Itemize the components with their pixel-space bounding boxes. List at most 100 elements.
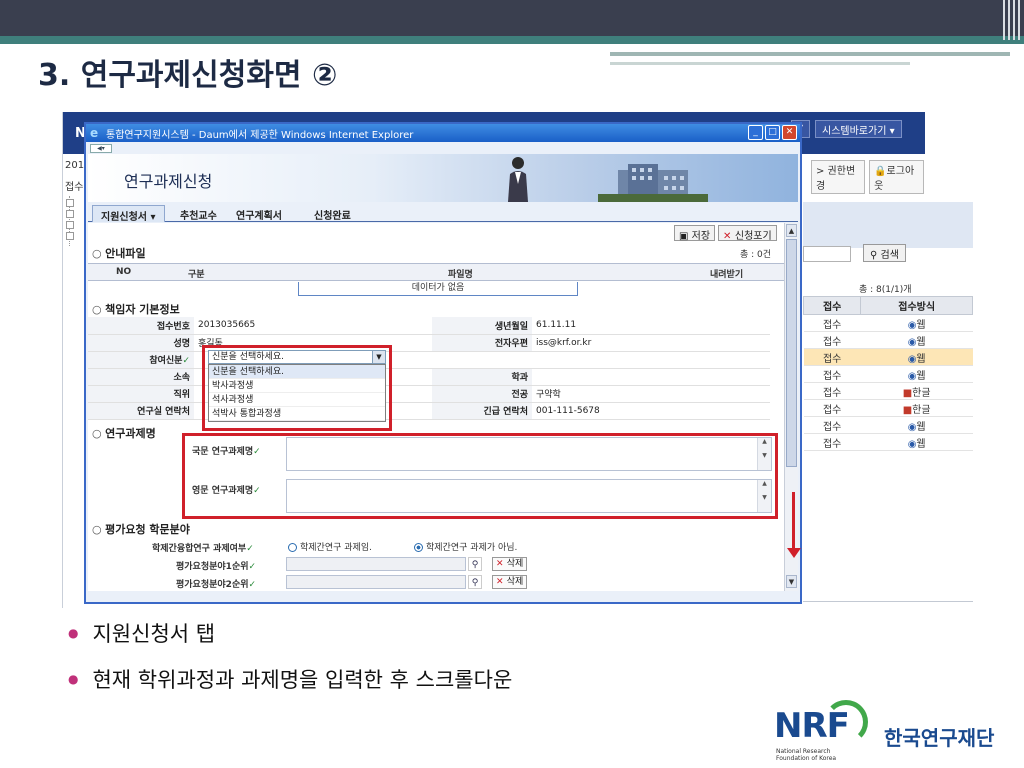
tab-application-form[interactable]: 지원신청서 ▾	[92, 205, 165, 223]
change-permission-link[interactable]: > 권한변경	[811, 160, 866, 194]
delete-field1-button[interactable]: ✕ 삭제	[492, 557, 528, 571]
nrf-logo: NRF National Research Foundation of Korea…	[774, 700, 1024, 766]
radio-no[interactable]: 학제간연구 과제가 아님.	[414, 540, 517, 553]
page-title: 연구과제신청	[124, 172, 213, 191]
field-label: 학제간융합연구 과제여부✓	[152, 544, 254, 554]
required-check-icon: ✓	[246, 544, 254, 554]
tab-bar: 지원신청서 ▾ 추천교수 연구계획서 신청완료	[88, 204, 798, 223]
table-row[interactable]: 접수 ■한글	[803, 399, 973, 417]
background-count: 총 : 8(1/1)개	[859, 285, 912, 295]
column-header: 접수방식	[860, 296, 973, 315]
table-row[interactable]: 접수 ◉웹	[803, 365, 973, 383]
background-search-button[interactable]: ⚲ 검색	[863, 244, 906, 262]
logo-name: 한국연구재단	[884, 726, 995, 750]
arrow-down-icon	[787, 548, 801, 558]
x-icon: ✕	[496, 577, 507, 587]
scroll-up-arrow-icon[interactable]: ▲	[786, 224, 797, 237]
back-button[interactable]: ◀▾	[90, 144, 112, 153]
delete-field2-button[interactable]: ✕ 삭제	[492, 575, 528, 589]
highlight-box	[202, 345, 392, 431]
status-cell: 접수	[803, 331, 861, 349]
status-cell: 접수	[803, 433, 861, 451]
tab-research-plan[interactable]: 연구계획서	[228, 205, 290, 222]
table-row[interactable]: 접수 ◉웹	[803, 433, 973, 451]
tab-complete[interactable]: 신청완료	[306, 205, 359, 222]
slide-header-accent	[0, 36, 1024, 44]
person-illustration-icon	[508, 157, 528, 202]
radio-yes[interactable]: 학제간연구 과제임.	[288, 540, 372, 553]
page-banner: 연구과제신청	[88, 154, 798, 202]
logout-link[interactable]: 🔒로그아웃	[869, 160, 924, 194]
lock-icon: 🔒	[874, 166, 887, 177]
radio-button[interactable]	[288, 543, 297, 552]
method-cell: ◉웹	[860, 314, 973, 332]
background-search-panel	[803, 202, 973, 248]
field-label: 연구실 연락처	[88, 402, 194, 420]
logo-abbr: NRF	[774, 706, 850, 746]
field2-input[interactable]	[286, 575, 466, 589]
column-header: 파일명	[448, 270, 473, 280]
table-row[interactable]: 접수 ◉웹	[803, 331, 973, 349]
background-table: 접수 접수방식 접수 ◉웹 접수 ◉웹 접수 ◉웹 접수 ◉웹 접수 ■한글 접수 ■한글 접수 ◉웹 접수…	[802, 296, 973, 451]
background-left-label: 접수	[65, 182, 84, 193]
method-cell: ■한글	[860, 399, 973, 417]
slide-decor-stripes	[996, 0, 1020, 40]
radio-button[interactable]	[414, 543, 423, 552]
guide-table-header: NO 구분 파일명 내려받기	[88, 263, 784, 281]
building-illustration-icon	[598, 164, 708, 202]
empty-data-message: 데이터가 없음	[298, 282, 578, 296]
minimize-button[interactable]: _	[748, 125, 763, 140]
slide-decor-line	[610, 52, 1010, 56]
window-titlebar: e 통합연구지원시스템 - Daum에서 제공한 Windows Interne…	[86, 124, 800, 142]
section-guide-files: 안내파일	[92, 245, 145, 261]
table-row[interactable]: 접수 ◉웹	[803, 416, 973, 434]
background-table-bottom	[803, 452, 973, 602]
window-title: 통합연구지원시스템 - Daum에서 제공한 Windows Internet …	[106, 130, 414, 141]
background-search-input[interactable]	[803, 246, 851, 262]
slide-title: 3. 연구과제신청화면 ②	[38, 58, 338, 93]
hangul-doc-icon: ■	[902, 404, 913, 416]
field-label: 학과	[432, 368, 532, 386]
status-cell: 접수	[803, 365, 861, 383]
status-cell: 접수	[803, 399, 861, 417]
table-row[interactable]: 접수 ◉웹	[803, 314, 973, 332]
field-label: 평가요청분야1순위✓	[176, 562, 257, 572]
method-cell: ◉웹	[860, 433, 973, 451]
maximize-button[interactable]: □	[765, 125, 780, 140]
scroll-down-arrow-icon[interactable]: ▼	[786, 575, 797, 588]
search-icon: ⚲	[870, 250, 881, 261]
tab-recommender[interactable]: 추천교수	[172, 205, 225, 222]
field1-input[interactable]	[286, 557, 466, 571]
emergency-contact-value: 001-111-5678	[532, 402, 770, 420]
status-cell: 접수	[803, 416, 861, 434]
field-label: 평가요청분야2순위✓	[176, 580, 257, 590]
close-button[interactable]: ✕	[782, 125, 797, 140]
table-row[interactable]: 접수 ◉웹	[803, 348, 973, 366]
section-owner-info: 책임자 기본정보	[92, 301, 180, 317]
bullet-list: ● 지원신청서 탭 ● 현재 학위과정과 과제명을 입력한 후 스크롤다운	[68, 618, 512, 710]
search-icon[interactable]: ⚲	[468, 575, 482, 589]
scrollbar-thumb[interactable]	[786, 239, 797, 467]
search-icon[interactable]: ⚲	[468, 557, 482, 571]
save-button[interactable]: ▣ 저장	[674, 225, 716, 242]
major-value: 구약학	[532, 385, 770, 403]
logo-subtitle: National Research Foundation of Korea	[776, 748, 837, 762]
column-header: 접수	[802, 296, 862, 315]
table-row[interactable]: 접수 ■한글	[803, 382, 973, 400]
owner-info-table: 접수번호 2013035665 생년월일 61.11.11 성명 홍길동 전자우…	[88, 317, 770, 420]
x-icon: ✕	[496, 559, 507, 569]
cancel-application-button[interactable]: ✕ 신청포기	[718, 225, 777, 242]
system-shortcut-button[interactable]: 시스템바로가기 ▾	[815, 120, 902, 138]
method-cell: ◉웹	[860, 365, 973, 383]
status-cell: 접수	[803, 348, 861, 366]
method-cell: ◉웹	[860, 348, 973, 366]
ie-window: e 통합연구지원시스템 - Daum에서 제공한 Windows Interne…	[84, 122, 802, 604]
hangul-doc-icon: ■	[902, 387, 913, 399]
field-label: 전자우편	[432, 334, 532, 352]
field-label: 참여신분✓	[88, 351, 194, 369]
required-check-icon: ✓	[248, 562, 257, 572]
vertical-scrollbar[interactable]: ▲ ▼	[784, 223, 798, 591]
birth-date: 61.11.11	[532, 317, 770, 335]
slide-decor-line	[610, 62, 910, 65]
bullet-dot-icon: ●	[68, 626, 79, 640]
